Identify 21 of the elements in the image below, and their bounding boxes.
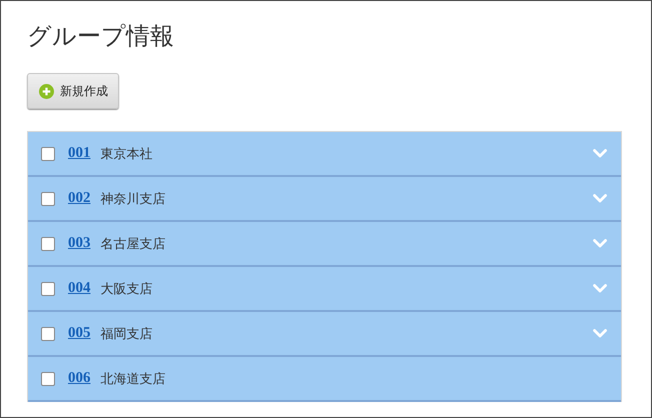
group-name: 神奈川支店 bbox=[100, 190, 166, 208]
checkbox[interactable] bbox=[41, 282, 55, 296]
plus-icon bbox=[39, 84, 54, 98]
group-code-link[interactable]: 006 bbox=[68, 370, 90, 387]
group-code-link[interactable]: 005 bbox=[68, 325, 90, 342]
group-name: 福岡支店 bbox=[100, 326, 154, 342]
group-name: 東京本社 bbox=[100, 146, 154, 162]
checkbox[interactable] bbox=[41, 236, 55, 250]
group-code-link[interactable]: 004 bbox=[68, 280, 90, 297]
checkbox[interactable] bbox=[41, 192, 55, 206]
page-title: グループ情報 bbox=[27, 21, 175, 52]
checkbox[interactable] bbox=[41, 372, 55, 386]
group-code-link[interactable]: 003 bbox=[68, 235, 90, 252]
group-name: 大阪支店 bbox=[100, 280, 154, 298]
new-button[interactable]: 新規作成 bbox=[27, 73, 119, 109]
group-name: 名古屋支店 bbox=[100, 236, 166, 252]
group-name: 北海道支店 bbox=[100, 370, 166, 388]
group-code-link[interactable]: 001 bbox=[68, 145, 90, 162]
group-code-link[interactable]: 002 bbox=[68, 190, 90, 207]
checkbox[interactable] bbox=[41, 146, 55, 160]
checkbox[interactable] bbox=[41, 326, 55, 340]
